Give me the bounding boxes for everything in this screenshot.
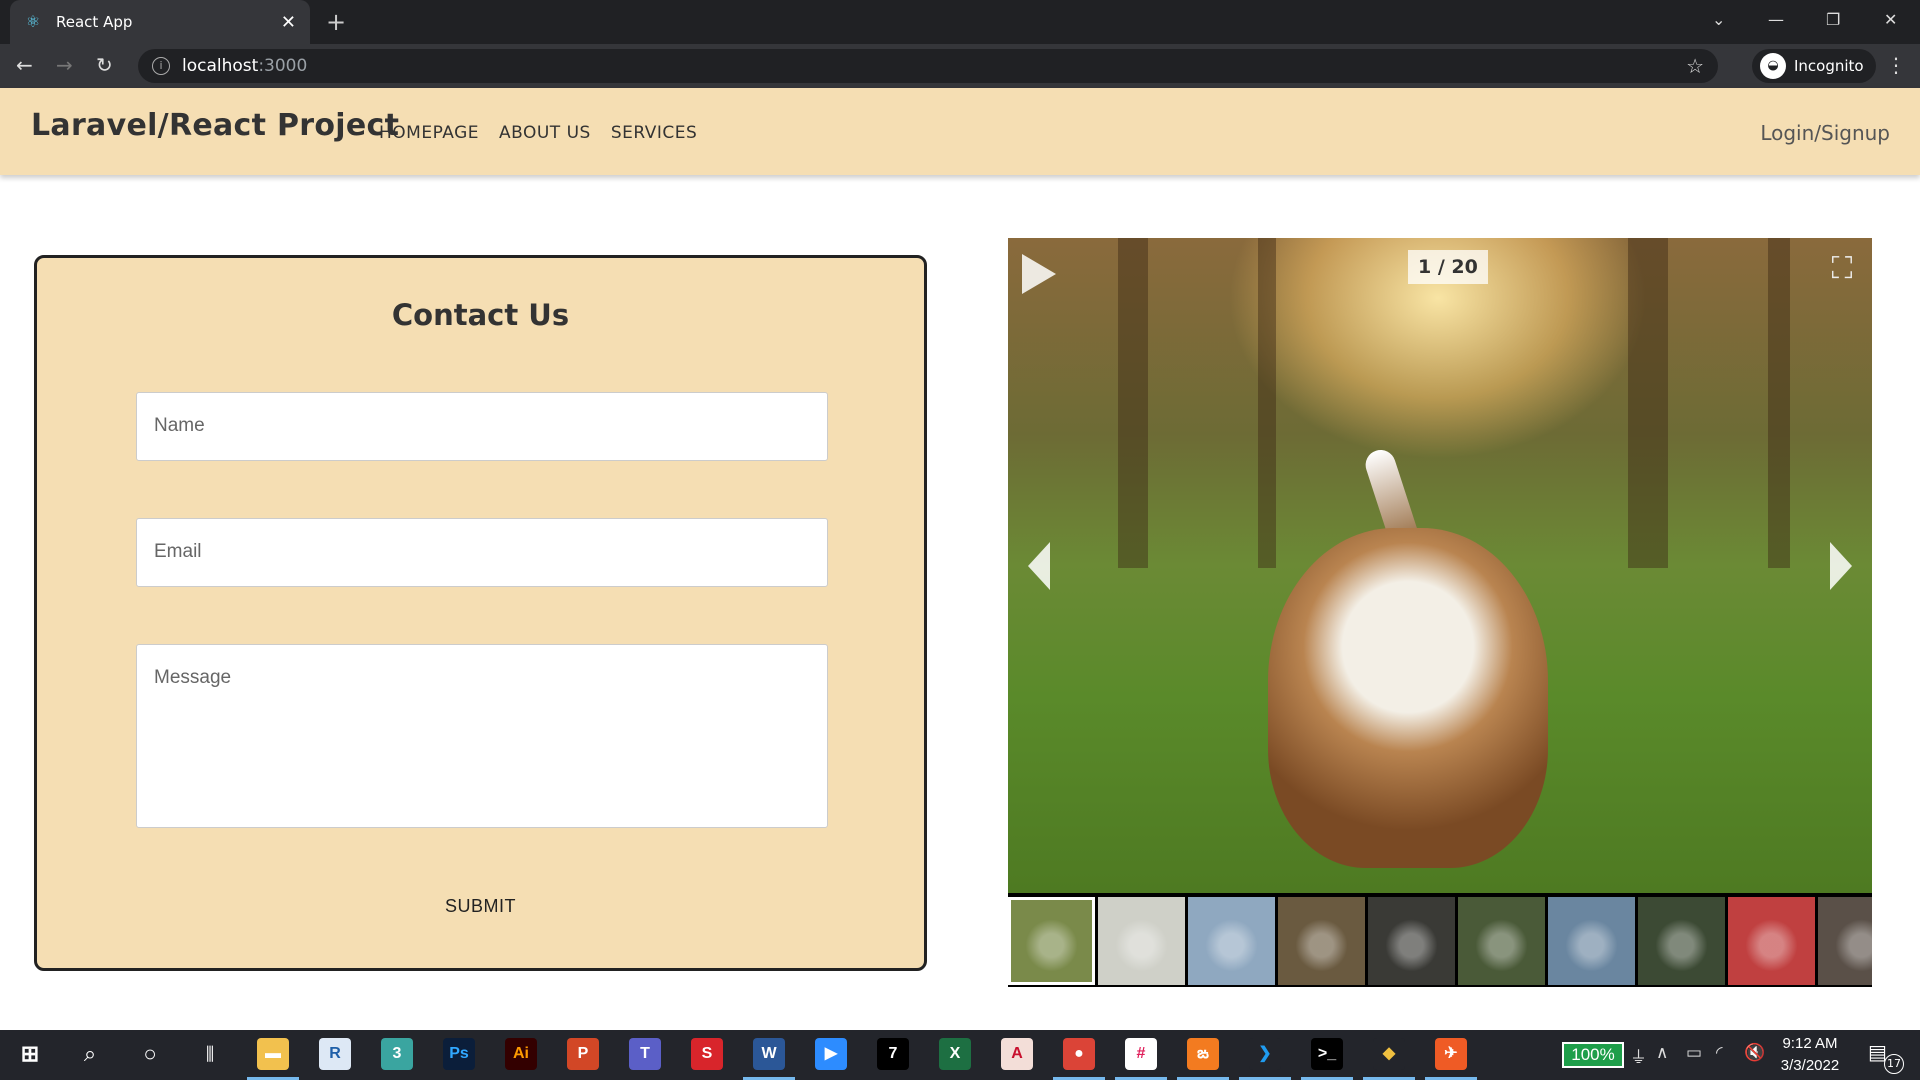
3ds-max-icon[interactable]: 3 — [381, 1038, 413, 1070]
battery-indicator[interactable]: 100% — [1562, 1042, 1624, 1068]
url-port: :3000 — [258, 56, 308, 76]
zoom-icon[interactable]: ▶ — [815, 1038, 847, 1070]
date: 3/3/2022 — [1780, 1057, 1840, 1074]
excel-icon[interactable]: X — [939, 1038, 971, 1070]
postman-icon[interactable]: ✈ — [1425, 1038, 1477, 1080]
new-tab-icon[interactable]: + — [326, 8, 346, 36]
gallery-thumbnail[interactable] — [1638, 897, 1725, 985]
reload-icon[interactable]: ↻ — [96, 53, 113, 77]
image-tree — [1118, 238, 1148, 568]
battery-icon[interactable]: ▭ — [1686, 1043, 1702, 1063]
gallery-thumbnail[interactable] — [1458, 897, 1545, 985]
image-tree — [1258, 238, 1276, 568]
gallery-thumbnail[interactable] — [1548, 897, 1635, 985]
email-input[interactable]: Email — [136, 518, 828, 587]
message-placeholder: Message — [154, 667, 232, 688]
bookmark-star-icon[interactable]: ☆ — [1686, 54, 1704, 78]
rhino-icon[interactable]: 7 — [877, 1038, 909, 1070]
tray-chevron-icon[interactable]: ∧ — [1656, 1043, 1668, 1063]
gallery-thumbnail[interactable] — [1008, 897, 1095, 985]
next-arrow-icon[interactable] — [1830, 542, 1852, 590]
thumbnail-strip[interactable] — [1008, 897, 1872, 985]
play-icon[interactable] — [1022, 254, 1056, 294]
windows-taskbar: ⊞ ⌕ ○ ⫼ ▬ R 3 Ps Ai P T S W ▶ 7 X A ● # ఙ ❯ >_ ◆ ✈ 100% ⏚ ∧… — [0, 1030, 1920, 1080]
word-icon[interactable]: W — [743, 1038, 795, 1080]
sketchup-icon[interactable]: S — [691, 1038, 723, 1070]
address-toolbar: ← → ↻ i localhost:3000 ☆ ◒ Incognito ⋮ — [0, 44, 1920, 88]
message-textarea[interactable]: Message — [136, 644, 828, 828]
gallery-thumbnail[interactable] — [1188, 897, 1275, 985]
name-input[interactable]: Name — [136, 392, 828, 461]
vscode-icon[interactable]: ❯ — [1239, 1038, 1291, 1080]
gallery-thumbnail[interactable] — [1278, 897, 1365, 985]
back-icon[interactable]: ← — [16, 53, 33, 77]
profile-label: Incognito — [1794, 57, 1864, 75]
notifications-icon[interactable]: ▤ 17 — [1868, 1040, 1904, 1074]
xampp-icon[interactable]: ఙ — [1177, 1038, 1229, 1080]
time: 9:12 AM — [1782, 1035, 1838, 1052]
restore-icon[interactable]: ❐ — [1826, 10, 1840, 29]
gallery-thumbnail[interactable] — [1818, 897, 1872, 985]
site-navbar: Laravel/React Project HOMEPAGE ABOUT US … — [0, 88, 1920, 175]
tab-title: React App — [56, 13, 133, 31]
fullscreen-icon[interactable]: ⛶ — [1824, 252, 1860, 286]
name-placeholder: Name — [154, 415, 205, 436]
autocad-icon[interactable]: A — [1001, 1038, 1033, 1070]
gallery-thumbnail[interactable] — [1368, 897, 1455, 985]
browser-tab[interactable]: ⚛ React App ✕ — [10, 0, 310, 44]
url-host: localhost — [182, 56, 259, 76]
react-logo-icon: ⚛ — [25, 12, 41, 31]
power-plug-icon[interactable]: ⏚ — [1630, 1043, 1647, 1068]
image-tree — [1768, 238, 1790, 568]
image-dog — [1268, 528, 1548, 868]
tab-search-icon[interactable]: ⌄ — [1712, 10, 1725, 29]
chrome-icon[interactable]: ● — [1053, 1038, 1105, 1080]
prev-arrow-icon[interactable] — [1028, 542, 1050, 590]
incognito-icon: ◒ — [1760, 53, 1786, 79]
git-gui-icon[interactable]: ◆ — [1363, 1038, 1415, 1080]
login-signup-link[interactable]: Login/Signup — [1760, 121, 1890, 145]
submit-button[interactable]: SUBMIT — [37, 896, 924, 917]
gallery-thumbnail[interactable] — [1728, 897, 1815, 985]
notification-count: 17 — [1884, 1054, 1904, 1074]
image-tree — [1628, 238, 1668, 568]
close-window-icon[interactable]: ✕ — [1884, 10, 1897, 29]
contact-form: Contact Us Name Email Message SUBMIT — [34, 255, 927, 971]
forward-icon[interactable]: → — [56, 53, 73, 77]
search-icon[interactable]: ⌕ — [74, 1038, 106, 1070]
illustrator-icon[interactable]: Ai — [505, 1038, 537, 1070]
slack-icon[interactable]: # — [1115, 1038, 1167, 1080]
powerpoint-icon[interactable]: P — [567, 1038, 599, 1070]
photoshop-icon[interactable]: Ps — [443, 1038, 475, 1070]
teams-icon[interactable]: T — [629, 1038, 661, 1070]
nav-link-about-us[interactable]: ABOUT US — [499, 123, 591, 143]
gallery-thumbnail[interactable] — [1098, 897, 1185, 985]
site-info-icon[interactable]: i — [152, 57, 170, 75]
image-gallery: 1 / 20 ⛶ — [1008, 238, 1872, 987]
minimize-icon[interactable]: — — [1768, 10, 1784, 29]
volume-muted-icon[interactable]: 🔇 — [1744, 1043, 1765, 1063]
address-bar[interactable]: i localhost:3000 ☆ — [138, 49, 1718, 83]
browser-menu-icon[interactable]: ⋮ — [1886, 53, 1906, 77]
terminal-icon[interactable]: >_ — [1301, 1038, 1353, 1080]
windows-start-icon[interactable]: ⊞ — [14, 1038, 46, 1070]
contact-title: Contact Us — [391, 298, 570, 332]
browser-tab-strip: ⚛ React App ✕ + ⌄ — ❐ ✕ — [0, 0, 1920, 44]
revit-icon[interactable]: R — [319, 1038, 351, 1070]
clock[interactable]: 9:12 AM 3/3/2022 — [1770, 1033, 1850, 1077]
brand-title[interactable]: Laravel/React Project — [31, 108, 399, 143]
nav-link-homepage[interactable]: HOMEPAGE — [379, 123, 479, 143]
wifi-icon[interactable]: ◜ — [1716, 1043, 1723, 1063]
slide-counter: 1 / 20 — [1408, 250, 1488, 284]
nav-link-services[interactable]: SERVICES — [611, 123, 697, 143]
gallery-main-image[interactable]: 1 / 20 ⛶ — [1008, 238, 1872, 893]
cortana-icon[interactable]: ○ — [134, 1038, 166, 1070]
task-view-icon[interactable]: ⫼ — [194, 1038, 226, 1070]
file-explorer-icon[interactable]: ▬ — [247, 1038, 299, 1080]
email-placeholder: Email — [154, 541, 202, 562]
incognito-profile-button[interactable]: ◒ Incognito — [1752, 49, 1876, 83]
close-tab-icon[interactable]: ✕ — [281, 12, 296, 33]
nav-links: HOMEPAGE ABOUT US SERVICES — [379, 123, 697, 143]
